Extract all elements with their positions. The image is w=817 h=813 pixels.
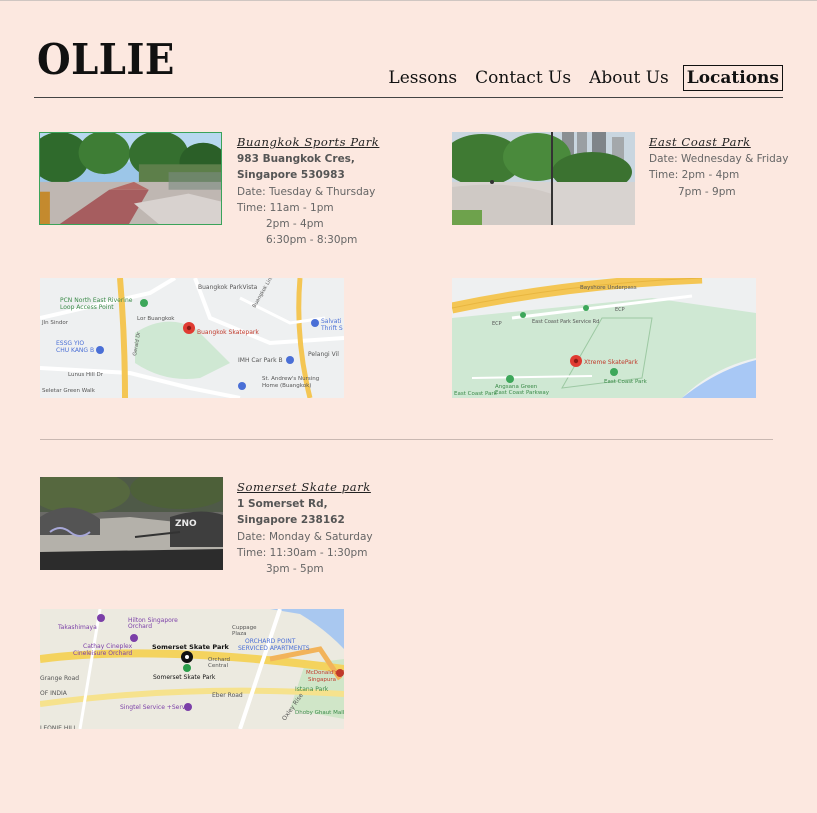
site-logo[interactable]: OLLIE — [37, 35, 175, 84]
east-coast-info: East Coast Park Date: Wednesday & Friday… — [649, 134, 788, 200]
buangkok-info: Buangkok Sports Park 983 Buangkok Cres, … — [237, 134, 379, 248]
svg-text:McDonald's Plaza: McDonald's Plaza — [306, 670, 344, 676]
somerset-skatepark-photo: ZNO — [40, 477, 223, 570]
svg-text:East Coast Parkway: East Coast Parkway — [495, 390, 550, 396]
svg-text:OF INDIA: OF INDIA — [40, 690, 68, 697]
svg-text:Thrift S: Thrift S — [320, 325, 343, 332]
svg-text:Istana Park: Istana Park — [295, 686, 329, 693]
svg-text:Seletar Green Walk: Seletar Green Walk — [42, 388, 96, 394]
somerset-address-line-2: Singapore 238162 — [237, 514, 345, 527]
buangkok-title-link[interactable]: Buangkok Sports Park — [237, 134, 379, 150]
svg-text:Jln Sindor: Jln Sindor — [41, 320, 69, 326]
svg-text:Singapura: Singapura — [308, 677, 336, 683]
buangkok-date: Date: Tuesday & Thursday — [237, 185, 376, 198]
nav-locations[interactable]: Locations — [682, 65, 783, 91]
svg-text:ECP: ECP — [492, 321, 502, 327]
nav-contact-us[interactable]: Contact Us — [471, 66, 575, 90]
svg-text:Grange Road: Grange Road — [40, 675, 79, 682]
svg-text:East Coast Park: East Coast Park — [604, 379, 648, 385]
svg-text:LEONIE HILL: LEONIE HILL — [40, 725, 77, 729]
svg-text:ECP: ECP — [615, 307, 625, 313]
header-divider — [34, 97, 783, 98]
somerset-time-1: Time: 11:30am - 1:30pm — [237, 546, 368, 559]
svg-text:Buangkok ParkVista: Buangkok ParkVista — [198, 284, 258, 291]
somerset-time-2: 3pm - 5pm — [266, 563, 324, 576]
buangkok-skatepark-photo — [39, 132, 222, 225]
svg-text:Lunus Hill Dr: Lunus Hill Dr — [68, 372, 104, 378]
somerset-info: Somerset Skate park 1 Somerset Rd, Singa… — [237, 479, 373, 577]
somerset-address-line-1: 1 Somerset Rd, — [237, 498, 328, 511]
buangkok-address-line-2: Singapore 530983 — [237, 169, 345, 182]
svg-text:Loop Access Point: Loop Access Point — [60, 304, 114, 311]
svg-text:Orchard: Orchard — [128, 623, 152, 630]
svg-text:Dhoby Ghaut Mall: Dhoby Ghaut Mall — [295, 710, 344, 716]
svg-text:IMH Car Park B: IMH Car Park B — [238, 357, 283, 364]
buangkok-time-3: 6:30pm - 8:30pm — [266, 234, 358, 247]
svg-text:SERVICED APARTMENTS: SERVICED APARTMENTS — [238, 645, 310, 652]
svg-text:Somerset Skate Park: Somerset Skate Park — [152, 643, 230, 651]
svg-text:PCN North East Riverine: PCN North East Riverine — [60, 297, 133, 304]
somerset-map[interactable]: Takashimaya Hilton Singapore Orchard Cup… — [40, 609, 344, 729]
svg-text:Pelangi Vil: Pelangi Vil — [308, 351, 339, 358]
svg-text:St. Andrew's Nursing: St. Andrew's Nursing — [262, 376, 319, 382]
svg-text:Salvati: Salvati — [321, 318, 342, 325]
buangkok-address-line-1: 983 Buangkok Cres, — [237, 153, 355, 166]
svg-text:Cathay Cineplex: Cathay Cineplex — [83, 643, 133, 650]
somerset-date: Date: Monday & Saturday — [237, 530, 373, 543]
buangkok-time-1: Time: 11am - 1pm — [237, 201, 334, 214]
east-coast-map[interactable]: Bayshore Underpass ECP ECP East Coast Pa… — [452, 278, 756, 398]
svg-text:CHU KANG B: CHU KANG B — [56, 347, 94, 354]
buangkok-map[interactable]: PCN North East Riverine Loop Access Poin… — [40, 278, 344, 398]
buangkok-time-2: 2pm - 4pm — [266, 218, 324, 231]
east-coast-title-link[interactable]: East Coast Park — [649, 134, 788, 150]
svg-text:East Coast Park: East Coast Park — [454, 391, 498, 397]
nav-about-us[interactable]: About Us — [585, 66, 673, 90]
somerset-title-link[interactable]: Somerset Skate park — [237, 479, 373, 495]
svg-text:Bayshore Underpass: Bayshore Underpass — [580, 285, 637, 291]
main-nav: Lessons Contact Us About Us Locations — [374, 65, 783, 91]
svg-text:Buangkok Skatepark: Buangkok Skatepark — [197, 329, 259, 336]
section-divider — [40, 439, 773, 440]
svg-text:ORCHARD POINT: ORCHARD POINT — [245, 638, 296, 645]
svg-text:ZNO: ZNO — [175, 519, 197, 529]
svg-text:Lor Buangkok: Lor Buangkok — [137, 316, 175, 322]
svg-text:Singtel Service +Serv: Singtel Service +Serv — [120, 704, 186, 711]
nav-lessons[interactable]: Lessons — [384, 66, 461, 90]
svg-text:Somerset Skate Park: Somerset Skate Park — [153, 674, 216, 681]
svg-text:Plaza: Plaza — [232, 631, 246, 637]
east-coast-time-2: 7pm - 9pm — [678, 185, 736, 198]
east-coast-skatepark-photo — [452, 132, 635, 225]
svg-text:Home (Buangkok): Home (Buangkok) — [262, 383, 311, 389]
svg-text:Cineleisure Orchard: Cineleisure Orchard — [73, 650, 132, 657]
svg-text:Eber Road: Eber Road — [212, 692, 243, 699]
east-coast-date: Date: Wednesday & Friday — [649, 153, 789, 166]
svg-text:ESSG YIO: ESSG YIO — [56, 340, 84, 347]
east-coast-time-1: Time: 2pm - 4pm — [649, 169, 740, 182]
svg-text:Xtreme SkatePark: Xtreme SkatePark — [584, 359, 638, 366]
svg-text:East Coast Park Service Rd: East Coast Park Service Rd — [532, 319, 599, 325]
svg-text:Takashimaya: Takashimaya — [57, 624, 97, 631]
svg-text:Central: Central — [208, 663, 228, 669]
